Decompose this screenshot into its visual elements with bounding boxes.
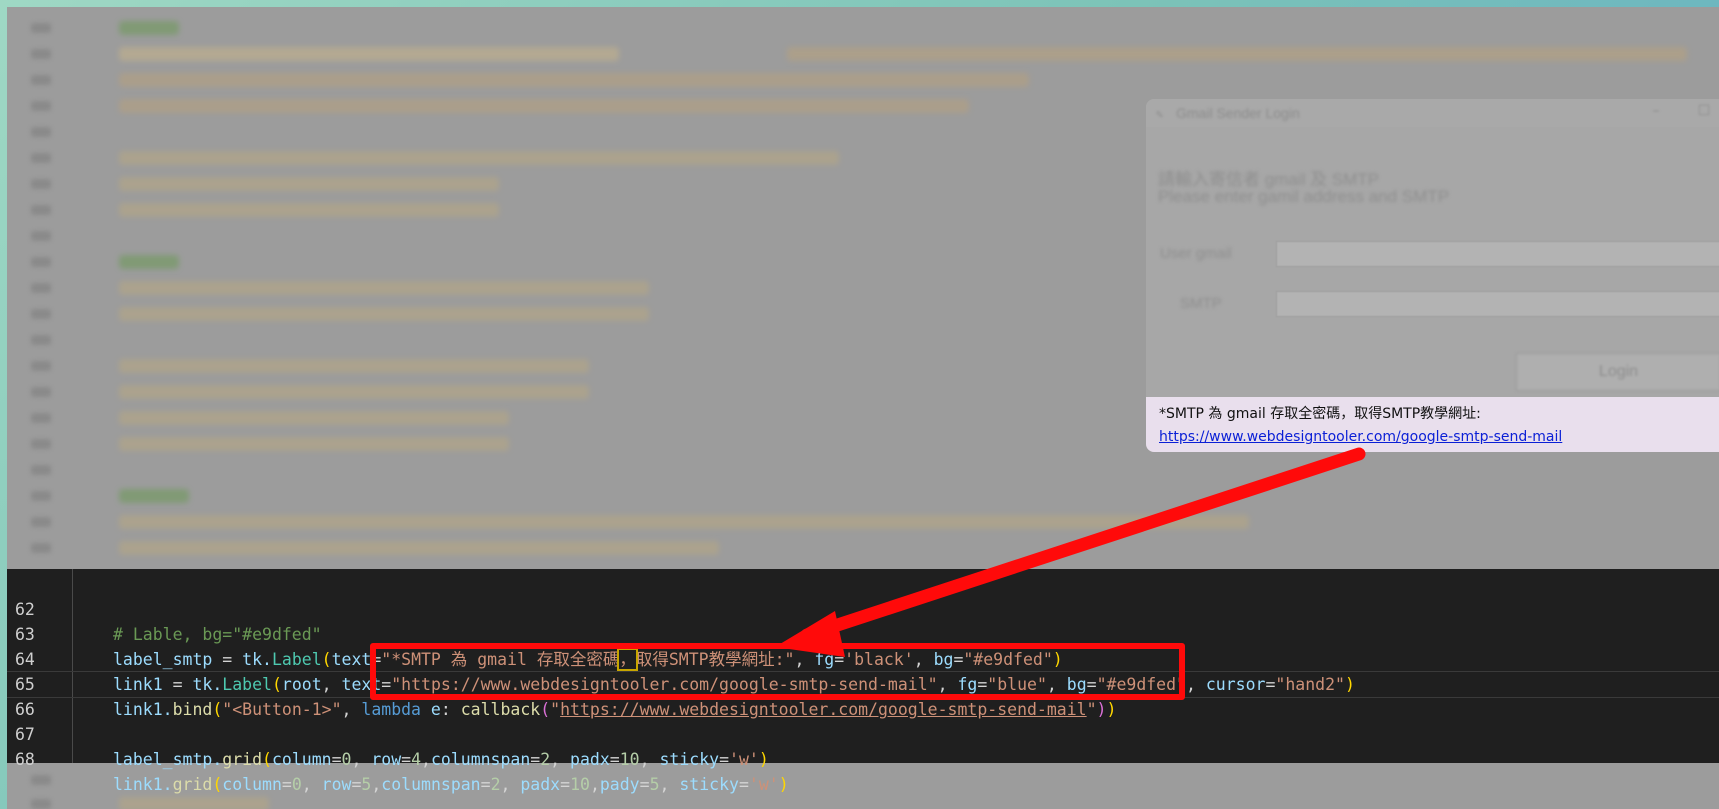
code-line-67[interactable]: 67 label_smtp.grid(column=0, row=4,colum… [7,697,1719,769]
smtp-label: SMTP [1180,295,1222,312]
login-button[interactable]: Login [1516,353,1719,391]
window-titlebar: ✎ Gmail Sender Login – ☐ [1146,99,1719,127]
smtp-note-label: *SMTP 為 gmail 存取全密碼，取得SMTP教學網址: [1159,406,1481,422]
gmail-sender-login-window: ✎ Gmail Sender Login – ☐ 請輸入寄信者 gmail 及 … [1146,99,1719,452]
highlight-box-annotation [370,643,1185,700]
code-line-62[interactable]: 62 # Lable, bg="#e9dfed" [7,572,1719,644]
screenshot-frame: ✎ Gmail Sender Login – ☐ 請輸入寄信者 gmail 及 … [7,7,1719,809]
smtp-tutorial-link[interactable]: https://www.webdesigntooler.com/google-s… [1159,429,1562,445]
prompt-message-en: Please enter gamil address and SMTP [1158,187,1450,206]
maximize-icon[interactable]: ☐ [1694,103,1714,123]
window-title: Gmail Sender Login [1176,105,1300,121]
blurred-code-footer [7,763,1719,809]
smtp-input[interactable] [1276,291,1719,317]
user-gmail-input[interactable] [1276,241,1719,267]
smtp-info-panel: *SMTP 為 gmail 存取全密碼，取得SMTP教學網址: https://… [1146,397,1719,452]
tk-feather-icon: ✎ [1156,107,1164,121]
user-gmail-label: User gmail [1160,245,1232,262]
code-line-68[interactable]: 68 link1.grid(column=0, row=5,columnspan… [7,722,1719,794]
code-line-63[interactable]: 63 label_smtp = tk.Label(text="*SMTP 為 g… [7,597,1719,671]
minimize-icon[interactable]: – [1646,103,1666,123]
